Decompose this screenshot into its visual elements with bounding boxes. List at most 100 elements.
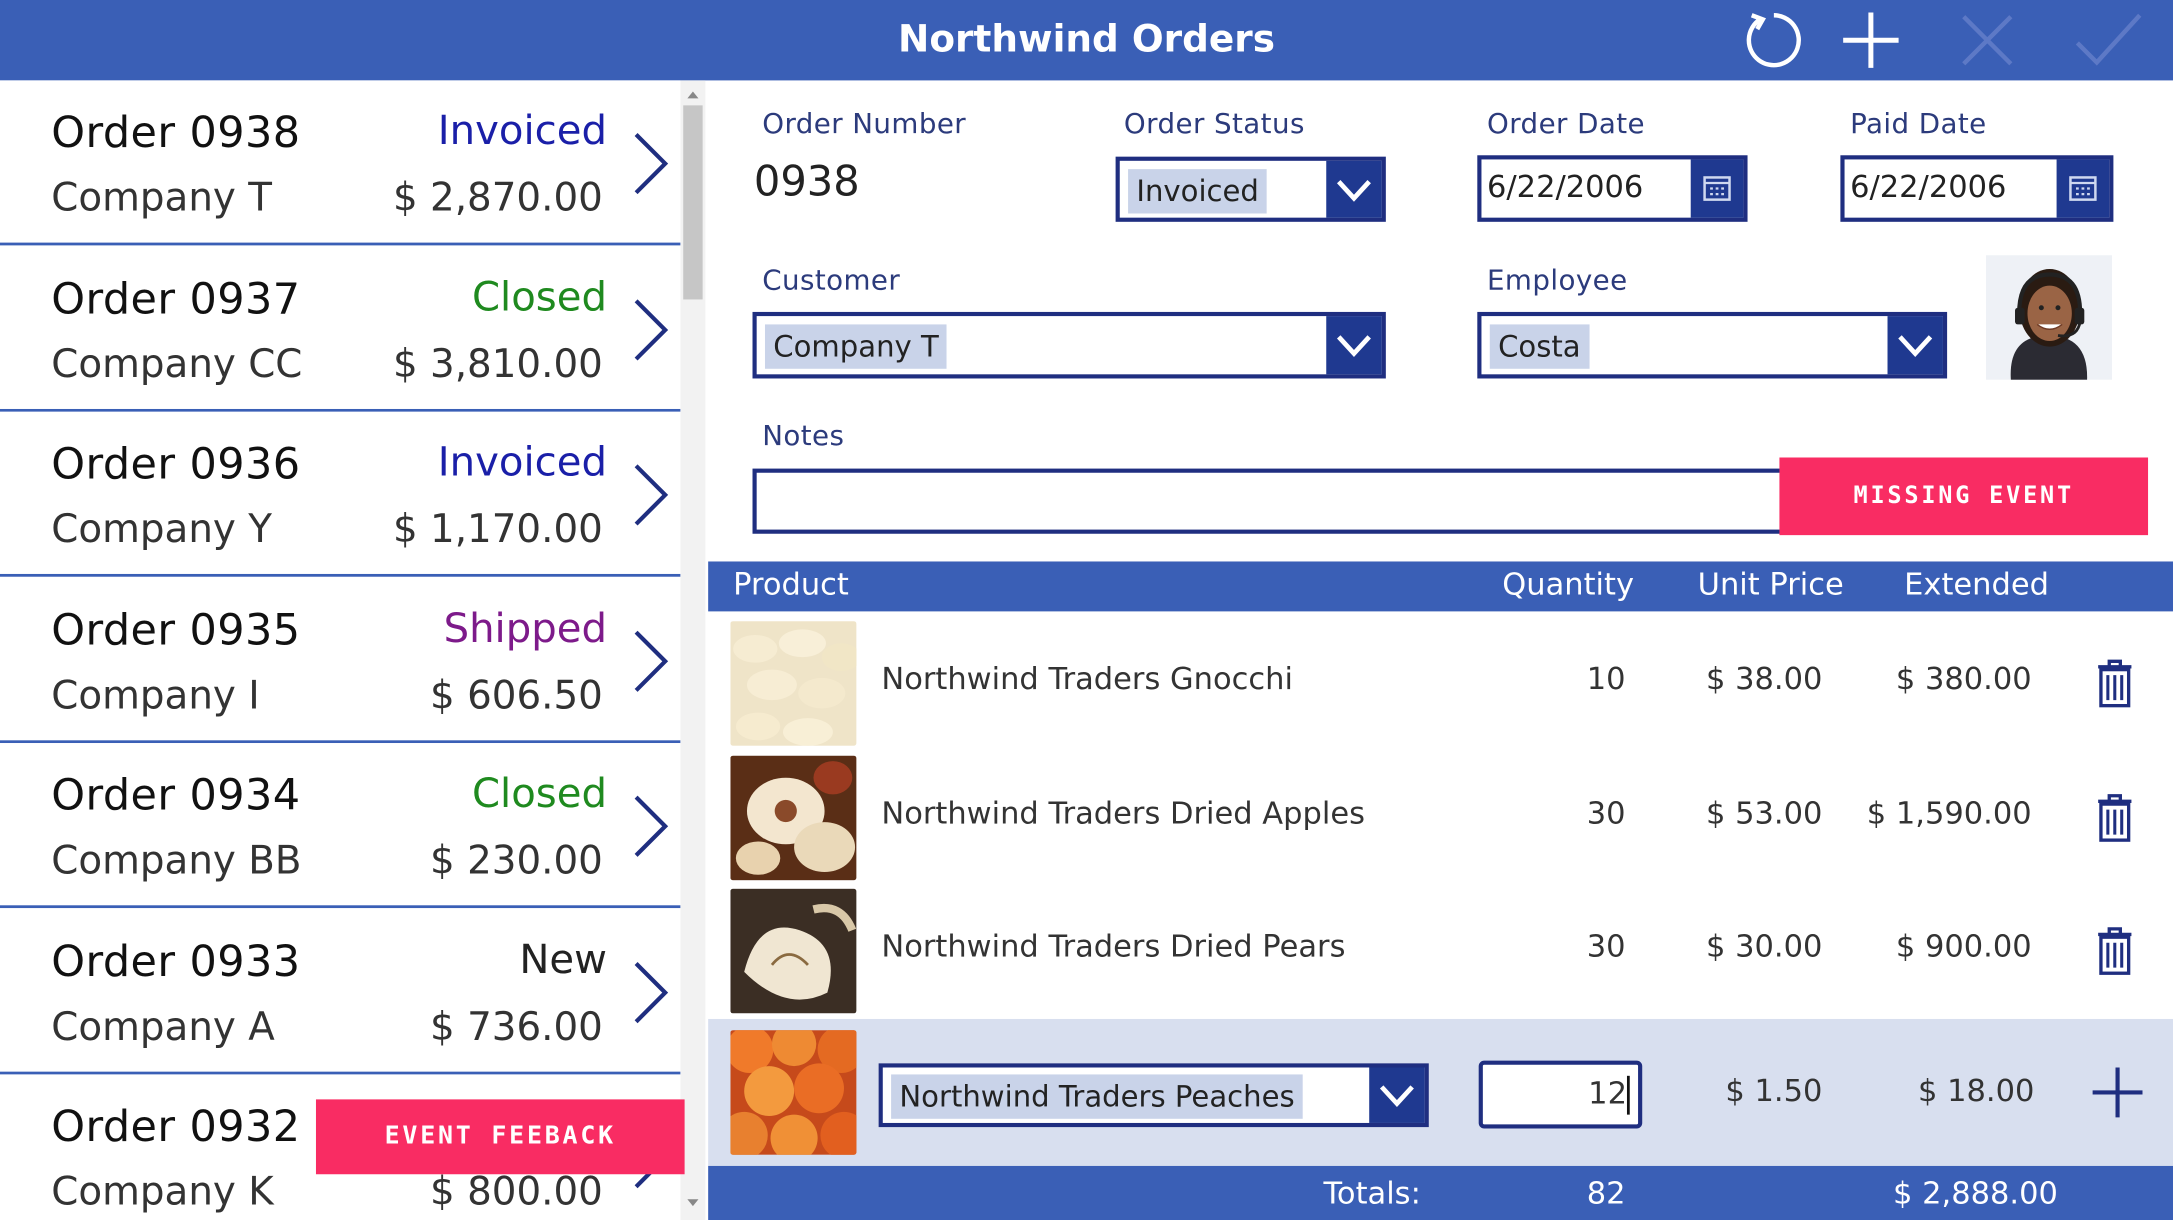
- add-order-button[interactable]: [1838, 7, 1905, 74]
- quantity: 10: [1586, 662, 1626, 698]
- scroll-down-arrow-icon[interactable]: [686, 1198, 700, 1209]
- order-title: Order 0934: [51, 770, 301, 821]
- trash-icon[interactable]: [2097, 792, 2133, 842]
- new-extended: $ 18.00: [1918, 1074, 2035, 1110]
- order-total: $ 1,170.00: [393, 506, 603, 552]
- paid-date-value: 6/22/2006: [1850, 170, 2007, 206]
- unit-price: $ 38.00: [1705, 662, 1823, 698]
- dried-apples-image-icon: [730, 754, 857, 880]
- totals-extended: $ 2,888.00: [1893, 1177, 2058, 1212]
- order-date-picker[interactable]: 6/22/2006: [1477, 155, 1748, 222]
- missing-event-button[interactable]: MISSING EVENT: [1779, 457, 2149, 536]
- order-title: Order 0937: [51, 273, 301, 324]
- order-company: Company T: [51, 174, 272, 221]
- gnocchi-image-icon: [730, 621, 857, 746]
- order-list-item[interactable]: Order 0935 Shipped Company I $ 606.50: [0, 577, 681, 743]
- totals-quantity: 82: [1586, 1177, 1626, 1212]
- customer-label: Customer: [762, 263, 901, 297]
- employee-label: Employee: [1487, 263, 1628, 297]
- new-product-dropdown[interactable]: Northwind Traders Peaches: [878, 1063, 1429, 1128]
- notes-input[interactable]: [752, 468, 1785, 534]
- calendar-icon: [2069, 176, 2097, 201]
- column-header-product: Product: [733, 568, 849, 604]
- customer-dropdown-button[interactable]: [1326, 316, 1382, 375]
- order-total: $ 800.00: [430, 1168, 603, 1215]
- add-icon: [2092, 1067, 2143, 1118]
- order-date-value: 6/22/2006: [1487, 170, 1644, 206]
- add-icon: [1843, 12, 1899, 68]
- new-quantity-input[interactable]: 12: [1478, 1060, 1643, 1129]
- order-company: Company K: [51, 1168, 274, 1215]
- chevron-right-icon[interactable]: [626, 627, 673, 694]
- chevron-down-icon: [1336, 180, 1371, 202]
- paid-date-calendar-button[interactable]: [2056, 159, 2110, 218]
- product-image: [730, 621, 857, 746]
- order-company: Company CC: [51, 340, 303, 387]
- order-company: Company BB: [51, 837, 302, 884]
- quantity: 30: [1586, 796, 1626, 832]
- cancel-icon: [1962, 15, 2013, 66]
- new-product-dropdown-button[interactable]: [1369, 1067, 1425, 1123]
- order-total: $ 606.50: [430, 671, 603, 718]
- employee-avatar-icon: [1985, 255, 2113, 380]
- employee-dropdown[interactable]: Costa: [1477, 311, 1948, 379]
- order-total: $ 2,870.00: [393, 174, 603, 221]
- order-list-item[interactable]: Order 0933 New Company A $ 736.00: [0, 908, 681, 1074]
- unit-price: $ 53.00: [1705, 796, 1823, 832]
- chevron-down-icon: [1898, 335, 1933, 358]
- paid-date-picker[interactable]: 6/22/2006: [1840, 155, 2114, 222]
- trash-icon[interactable]: [2097, 926, 2133, 976]
- customer-dropdown[interactable]: Company T: [752, 311, 1386, 379]
- order-line-row: Northwind Traders Gnocchi 10 $ 38.00 $ 380.…: [708, 614, 2173, 748]
- scroll-up-arrow-icon[interactable]: [686, 89, 700, 100]
- column-header-extended: Extended: [1904, 568, 2049, 604]
- totals-bar: Totals: 82 $ 2,888.00: [708, 1165, 2173, 1220]
- new-unit-price: $ 1.50: [1725, 1074, 1823, 1110]
- order-title: Order 0938: [51, 108, 301, 159]
- order-date-calendar-button[interactable]: [1690, 159, 1744, 218]
- extended-price: $ 900.00: [1895, 930, 2032, 965]
- order-line-row: Northwind Traders Dried Pears 30 $ 30.00 $ …: [708, 881, 2173, 1015]
- unit-price: $ 30.00: [1705, 930, 1823, 965]
- order-details-header: Product Quantity Unit Price Extended: [708, 561, 2173, 612]
- order-list-item[interactable]: Order 0937 Closed Company CC $ 3,810.00: [0, 246, 681, 412]
- text-cursor: [1626, 1075, 1630, 1115]
- cancel-button[interactable]: [1954, 7, 2021, 74]
- product-name: Northwind Traders Gnocchi: [881, 662, 1293, 698]
- order-status-dropdown[interactable]: Invoiced: [1115, 156, 1386, 222]
- order-status: New: [519, 935, 607, 983]
- order-total: $ 3,810.00: [393, 340, 603, 387]
- product-image: [730, 888, 857, 1014]
- order-status-value: Invoiced: [1128, 169, 1268, 214]
- totals-label: Totals:: [1323, 1177, 1421, 1212]
- chevron-right-icon[interactable]: [626, 462, 673, 529]
- order-line-row: Northwind Traders Dried Apples 30 $ 53.00 $…: [708, 747, 2173, 882]
- chevron-down-icon: [1336, 335, 1371, 358]
- scroll-thumb[interactable]: [683, 105, 703, 300]
- chevron-right-icon[interactable]: [626, 130, 673, 197]
- product-name: Northwind Traders Dried Pears: [881, 930, 1346, 965]
- employee-dropdown-button[interactable]: [1887, 316, 1943, 375]
- chevron-right-icon[interactable]: [626, 296, 673, 363]
- add-line-button[interactable]: [2090, 1065, 2145, 1120]
- order-status: Invoiced: [437, 106, 607, 154]
- order-title: Order 0933: [51, 936, 301, 987]
- event-feedback-button[interactable]: EVENT FEEBACK: [315, 1099, 685, 1175]
- order-status-dropdown-button[interactable]: [1326, 160, 1382, 218]
- order-list-item[interactable]: Order 0934 Closed Company BB $ 230.00: [0, 743, 681, 909]
- order-number-value: 0938: [753, 158, 860, 207]
- order-list-item[interactable]: Order 0936 Invoiced Company Y $ 1,170.00: [0, 411, 681, 577]
- refresh-button[interactable]: [1741, 7, 1808, 74]
- order-title: Order 0932: [51, 1102, 301, 1153]
- chevron-right-icon[interactable]: [626, 793, 673, 860]
- column-header-quantity: Quantity: [1502, 568, 1635, 604]
- save-button[interactable]: [2073, 7, 2142, 74]
- order-list-item[interactable]: Order 0938 Invoiced Company T $ 2,870.00: [0, 80, 681, 246]
- order-status: Shipped: [443, 603, 607, 651]
- chevron-right-icon[interactable]: [626, 959, 673, 1026]
- peaches-image-icon: [730, 1030, 857, 1155]
- product-name: Northwind Traders Dried Apples: [881, 796, 1365, 832]
- extended-price: $ 380.00: [1895, 662, 2032, 698]
- customer-value: Company T: [764, 324, 948, 369]
- trash-icon[interactable]: [2097, 659, 2133, 709]
